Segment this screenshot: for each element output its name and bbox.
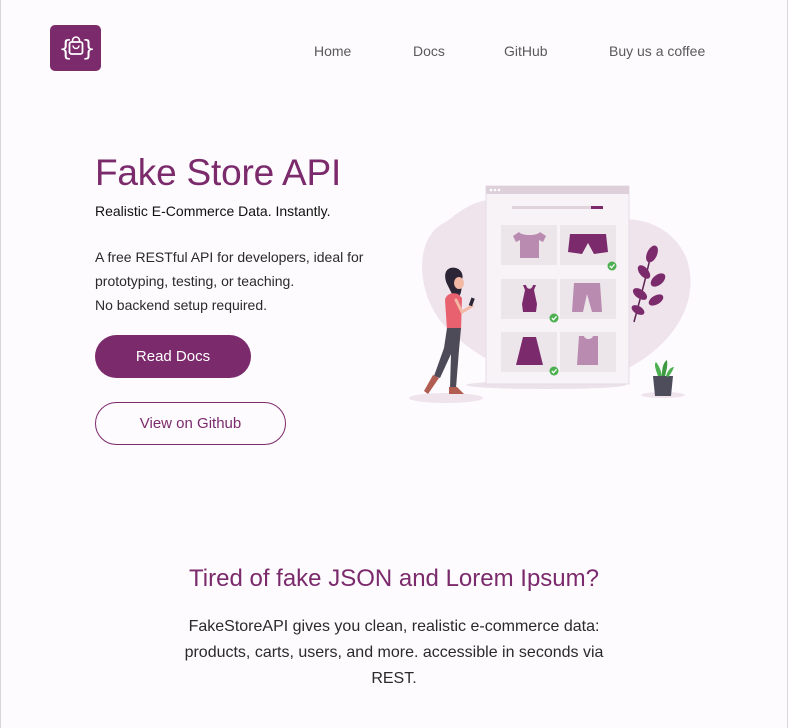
hero-subtitle: Realistic E-Commerce Data. Instantly.	[95, 203, 331, 219]
hero-title: Fake Store API	[95, 152, 342, 193]
read-docs-button[interactable]: Read Docs	[95, 335, 251, 378]
online-shopping-illustration	[409, 185, 691, 403]
section-title: Tired of fake JSON and Lorem Ipsum?	[189, 565, 599, 592]
section-body: FakeStoreAPI gives you clean, realistic …	[175, 614, 613, 692]
main-nav: Home Docs GitHub Buy us a coffee	[1, 43, 788, 63]
view-github-button[interactable]: View on Github	[95, 402, 286, 445]
section-body-line: FakeStoreAPI gives you clean, realistic …	[188, 618, 600, 635]
nav-home-link[interactable]: Home	[314, 43, 351, 59]
hero-description-line: A free RESTful API for developers, ideal…	[95, 249, 364, 265]
nav-coffee-link[interactable]: Buy us a coffee	[609, 43, 705, 59]
section-body-line: products, carts, users, and more. access…	[184, 644, 604, 661]
hero-description-line: No backend setup required.	[95, 297, 267, 313]
nav-github-link[interactable]: GitHub	[504, 43, 548, 59]
section-body-line: REST.	[371, 670, 417, 687]
hero-description-line: prototyping, testing, or teaching.	[95, 273, 295, 289]
hero-description: A free RESTful API for developers, ideal…	[95, 245, 395, 317]
nav-docs-link[interactable]: Docs	[413, 43, 445, 59]
